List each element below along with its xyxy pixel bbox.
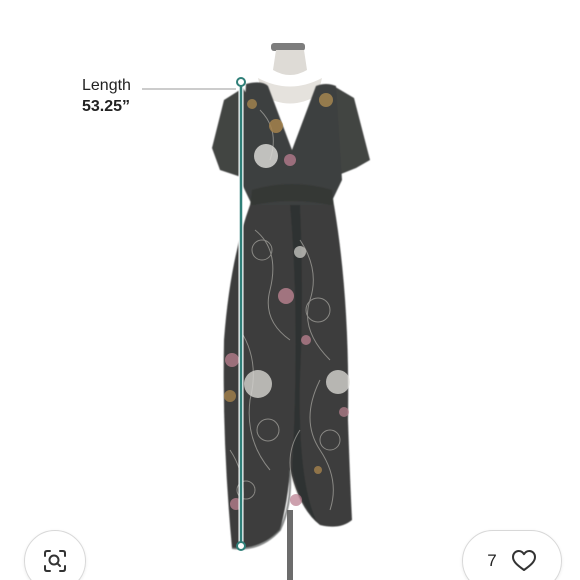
measurement-value: 53.25” — [82, 98, 131, 116]
product-photo-viewer: Length 53.25” 7 — [0, 0, 580, 580]
length-measurement-label: Length 53.25” — [82, 76, 131, 116]
heart-outline-icon — [511, 549, 537, 573]
measurement-name: Length — [82, 77, 131, 94]
camera-search-icon — [42, 548, 68, 574]
like-count: 7 — [487, 551, 497, 570]
dress — [212, 82, 370, 550]
like-button[interactable]: 7 — [462, 530, 562, 580]
